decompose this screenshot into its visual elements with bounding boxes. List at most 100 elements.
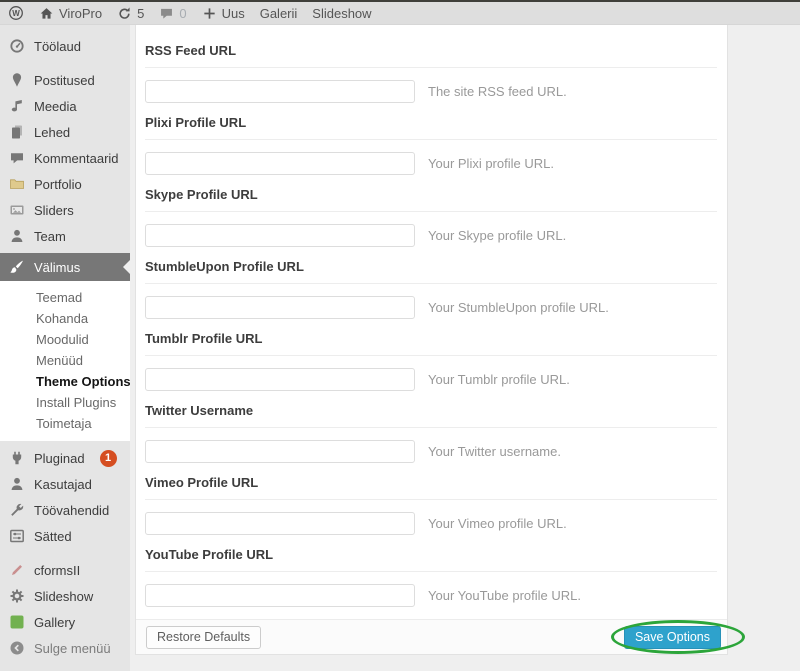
field-vimeo-profile-url: Vimeo Profile URL Your Vimeo profile URL… [145, 475, 717, 535]
site-link[interactable]: ViroPro [39, 6, 102, 21]
form-footer: Restore Defaults Save Options [136, 619, 727, 654]
submenu-item-widgets[interactable]: Moodulid [0, 329, 130, 350]
slideshow-toolbar-link[interactable]: Slideshow [312, 6, 371, 21]
sidebar-item-gallery[interactable]: Gallery [0, 609, 130, 635]
tumblr-profile-url-input[interactable] [145, 368, 415, 391]
vimeo-profile-url-input[interactable] [145, 512, 415, 535]
wordpress-logo-icon: W [8, 5, 24, 21]
field-label: Vimeo Profile URL [145, 475, 717, 490]
submenu-item-install-plugins[interactable]: Install Plugins [0, 392, 130, 413]
submenu-item-editor[interactable]: Toimetaja [0, 413, 130, 434]
field-label: Skype Profile URL [145, 187, 717, 202]
pencil-icon [9, 562, 25, 578]
updates-link[interactable]: 5 [117, 6, 144, 21]
plixi-profile-url-input[interactable] [145, 152, 415, 175]
plus-icon [202, 6, 217, 21]
restore-defaults-button[interactable]: Restore Defaults [146, 626, 261, 649]
update-icon [117, 6, 132, 21]
sidebar-item-sliders[interactable]: Sliders [0, 197, 130, 223]
field-description: Your Skype profile URL. [428, 228, 566, 243]
field-description: Your YouTube profile URL. [428, 588, 581, 603]
new-item-label: Uus [222, 6, 245, 21]
sidebar-item-comments[interactable]: Kommentaarid [0, 145, 130, 171]
field-divider [145, 283, 717, 284]
sidebar-item-portfolio[interactable]: Portfolio [0, 171, 130, 197]
field-label: Twitter Username [145, 403, 717, 418]
twitter-username-input[interactable] [145, 440, 415, 463]
save-options-button[interactable]: Save Options [624, 626, 721, 649]
sidebar-item-cformsii[interactable]: cformsII [0, 557, 130, 583]
field-divider [145, 355, 717, 356]
field-divider [145, 571, 717, 572]
sidebar-item-tools[interactable]: Töövahendid [0, 497, 130, 523]
submenu-item-customize[interactable]: Kohanda [0, 308, 130, 329]
field-label: YouTube Profile URL [145, 547, 717, 562]
sidebar-item-media[interactable]: Meedia [0, 93, 130, 119]
menu-separator [0, 549, 130, 557]
youtube-profile-url-input[interactable] [145, 584, 415, 607]
content-area: RSS Feed URL The site RSS feed URL. Plix… [130, 25, 800, 671]
field-stumbleupon-profile-url: StumbleUpon Profile URL Your StumbleUpon… [145, 259, 717, 319]
theme-options-fields: RSS Feed URL The site RSS feed URL. Plix… [136, 25, 727, 619]
sidebar-item-appearance[interactable]: Välimus [0, 253, 130, 281]
admin-bar: W ViroPro 5 0 Uus Galerii Slideshow [0, 2, 800, 25]
brush-icon [9, 259, 25, 275]
tools-icon [9, 502, 25, 518]
menu-separator [0, 59, 130, 67]
field-youtube-profile-url: YouTube Profile URL Your YouTube profile… [145, 547, 717, 607]
svg-text:W: W [12, 9, 20, 18]
sidebar-item-users[interactable]: Kasutajad [0, 471, 130, 497]
rss-feed-url-input[interactable] [145, 80, 415, 103]
plugin-icon [9, 450, 25, 466]
submenu-item-themes[interactable]: Teemad [0, 287, 130, 308]
field-divider [145, 499, 717, 500]
field-description: Your StumbleUpon profile URL. [428, 300, 609, 315]
stumbleupon-profile-url-input[interactable] [145, 296, 415, 319]
slide-icon [9, 202, 25, 218]
field-twitter-username: Twitter Username Your Twitter username. [145, 403, 717, 463]
field-label: Tumblr Profile URL [145, 331, 717, 346]
comments-icon [9, 150, 25, 166]
pin-icon [9, 72, 25, 88]
collapse-arrow-icon [9, 640, 25, 656]
new-content-link[interactable]: Uus [202, 6, 245, 21]
theme-options-panel: RSS Feed URL The site RSS feed URL. Plix… [135, 25, 728, 655]
sidebar-item-settings[interactable]: Sätted [0, 523, 130, 549]
submenu-item-menus[interactable]: Menüüd [0, 350, 130, 371]
pages-icon [9, 124, 25, 140]
plugin-update-badge: 1 [100, 450, 117, 467]
field-description: Your Plixi profile URL. [428, 156, 554, 171]
site-name: ViroPro [59, 6, 102, 21]
field-divider [145, 67, 717, 68]
skype-profile-url-input[interactable] [145, 224, 415, 247]
field-divider [145, 211, 717, 212]
gear-icon [9, 588, 25, 604]
field-label: Plixi Profile URL [145, 115, 717, 130]
dashboard-icon [9, 38, 25, 54]
field-tumblr-profile-url: Tumblr Profile URL Your Tumblr profile U… [145, 331, 717, 391]
field-skype-profile-url: Skype Profile URL Your Skype profile URL… [145, 187, 717, 247]
field-label: RSS Feed URL [145, 43, 717, 58]
gallery-icon [9, 614, 25, 630]
field-label: StumbleUpon Profile URL [145, 259, 717, 274]
sidebar-item-team[interactable]: Team [0, 223, 130, 249]
gallery-toolbar-link[interactable]: Galerii [260, 6, 298, 21]
comments-link[interactable]: 0 [159, 6, 186, 21]
person-icon [9, 228, 25, 244]
sidebar-item-pages[interactable]: Lehed [0, 119, 130, 145]
field-description: The site RSS feed URL. [428, 84, 567, 99]
wordpress-logo-menu[interactable]: W [8, 5, 24, 21]
sidebar-item-dashboard[interactable]: Töölaud [0, 33, 130, 59]
folder-icon [9, 176, 25, 192]
field-divider [145, 427, 717, 428]
field-description: Your Twitter username. [428, 444, 561, 459]
sidebar-item-plugins[interactable]: Pluginad 1 [0, 445, 130, 471]
submenu-item-theme-options[interactable]: Theme Options [0, 371, 130, 392]
field-description: Your Tumblr profile URL. [428, 372, 570, 387]
field-description: Your Vimeo profile URL. [428, 516, 567, 531]
sidebar-item-posts[interactable]: Postitused [0, 67, 130, 93]
sidebar-item-slideshow[interactable]: Slideshow [0, 583, 130, 609]
appearance-submenu: Teemad Kohanda Moodulid Menüüd Theme Opt… [0, 281, 130, 441]
collapse-menu-button[interactable]: Sulge menüü [0, 635, 130, 661]
users-icon [9, 476, 25, 492]
